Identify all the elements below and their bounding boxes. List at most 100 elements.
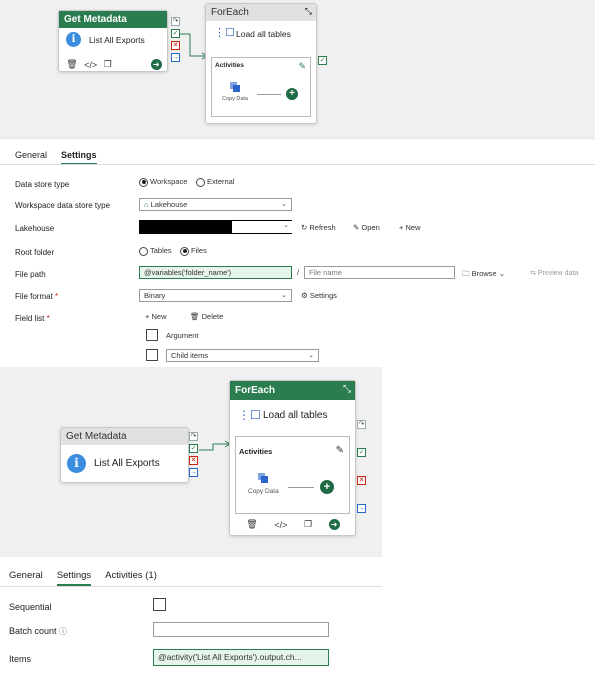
info-icon: i — [66, 32, 81, 47]
activity-name: Load all tables — [263, 410, 328, 421]
foreach-activity[interactable]: ForEach ⤡ ⋮☐ Load all tables Activities … — [205, 3, 317, 124]
code-icon[interactable]: </> — [84, 60, 97, 70]
field-list-delete-button[interactable]: 🗑 Delete — [190, 312, 223, 321]
new-button[interactable]: + New — [399, 223, 421, 232]
browse-button[interactable]: 🗀 Browse ⌄ — [462, 268, 505, 281]
expand-icon[interactable]: ⤡ — [343, 384, 351, 395]
activity-type-label: Get Metadata — [61, 428, 188, 445]
get-metadata-activity[interactable]: Get Metadata i List All Exports — [60, 427, 189, 483]
foreach-connectors: ↷ ✓ ✕ → — [357, 420, 366, 513]
activity-name: List All Exports — [89, 35, 145, 45]
data-store-type-label: Data store type — [15, 180, 70, 189]
tab-settings[interactable]: Settings — [56, 570, 92, 586]
file-format-label: File format * — [15, 292, 59, 301]
completion-connector-icon[interactable]: ↷ — [171, 17, 180, 26]
radio-tables[interactable]: Tables — [139, 246, 172, 256]
add-activity-icon[interactable]: + — [286, 88, 298, 100]
tab-activities[interactable]: Activities (1) — [105, 570, 157, 586]
chevron-down-icon: ⌄ — [232, 221, 292, 233]
plus-icon: + — [399, 223, 404, 232]
field-list-new-button[interactable]: + New — [145, 312, 167, 321]
lakehouse-label: Lakehouse — [15, 224, 55, 233]
foreach-activity[interactable]: ForEach ⤡ ⋮☐ Load all tables Activities … — [229, 380, 356, 536]
foreach-list-icon: ⋮☐ — [238, 408, 261, 422]
add-activity-icon[interactable]: + — [320, 480, 334, 494]
dependency-arrow — [199, 440, 231, 451]
run-arrow-icon[interactable]: ➜ — [150, 59, 162, 70]
delete-icon[interactable]: 🗑 — [246, 519, 257, 530]
code-icon[interactable]: </> — [274, 520, 287, 530]
field-list-item: Argument — [166, 331, 199, 340]
tab-general[interactable]: General — [9, 570, 43, 586]
file-path-label: File path — [15, 270, 46, 279]
file-format-select[interactable]: Binary ⌄ — [139, 289, 292, 302]
failure-connector-icon[interactable]: ✕ — [357, 476, 366, 485]
field-list-label: Field list * — [15, 314, 50, 323]
chevron-down-icon: ⌄ — [498, 269, 505, 278]
sequential-checkbox[interactable] — [153, 598, 166, 611]
items-input[interactable]: @activity('List All Exports').output.ch.… — [153, 649, 329, 666]
edit-pencil-icon[interactable]: ✎ — [336, 445, 344, 456]
expand-icon[interactable]: ⤡ — [305, 6, 312, 17]
failure-connector-icon[interactable]: ✕ — [189, 456, 198, 465]
batch-count-label: Batch count ⓘ — [9, 626, 68, 636]
info-icon: i — [67, 454, 86, 473]
arrow-line — [288, 487, 314, 488]
skip-connector-icon[interactable]: → — [357, 504, 366, 513]
completion-connector-icon[interactable]: ↷ — [357, 420, 366, 429]
inner-activities-box[interactable]: Activities ✎ Copy Data + — [211, 57, 311, 117]
batch-count-input[interactable] — [153, 622, 329, 637]
copy-icon[interactable]: ❐ — [104, 59, 112, 70]
run-arrow-icon[interactable]: ➜ — [328, 519, 340, 530]
success-connector-icon[interactable]: ✓ — [189, 444, 198, 453]
delete-icon: 🗑 — [190, 312, 200, 321]
refresh-button[interactable]: ↻ Refresh — [301, 223, 336, 232]
copy-data-icon — [258, 473, 269, 484]
copy-data-icon — [230, 82, 241, 93]
radio-files[interactable]: Files — [180, 246, 207, 256]
field-list-select[interactable]: Child items ⌄ — [166, 349, 319, 362]
edit-pencil-icon[interactable]: ✎ — [298, 61, 306, 72]
lakehouse-select[interactable]: ⌄ — [139, 220, 292, 234]
field-list-checkbox[interactable] — [146, 329, 158, 341]
failure-connector-icon[interactable]: ✕ — [171, 41, 180, 50]
success-connector-icon[interactable]: ✓ — [357, 448, 366, 457]
properties-tabs: General Settings — [15, 150, 97, 165]
tabs-divider — [0, 164, 595, 165]
tabs-divider — [0, 586, 382, 587]
radio-workspace[interactable]: Workspace — [139, 177, 187, 187]
file-name-input[interactable]: File name — [304, 266, 455, 279]
properties-tabs: General Settings Activities (1) — [9, 570, 157, 586]
preview-data-button[interactable]: ⇆ Preview data — [530, 269, 578, 277]
info-icon: ⓘ — [59, 627, 68, 636]
tab-settings[interactable]: Settings — [61, 150, 97, 165]
success-connector-icon[interactable]: ✓ — [171, 29, 180, 38]
radio-external[interactable]: External — [196, 177, 235, 187]
preview-icon: ⇆ — [530, 270, 536, 277]
inner-activities-box[interactable]: Activities ✎ Copy Data + — [235, 436, 350, 514]
radio-selected-icon — [180, 246, 189, 256]
skip-connector-icon[interactable]: → — [189, 468, 198, 477]
activity-name: Load all tables — [236, 29, 291, 39]
divider — [0, 138, 595, 139]
delete-icon[interactable]: 🗑 — [66, 59, 77, 70]
open-button[interactable]: ✎ Open — [353, 223, 380, 232]
copy-icon[interactable]: ❐ — [304, 519, 312, 530]
chevron-down-icon: ⌄ — [281, 292, 287, 299]
file-path-input[interactable]: @variables('folder_name') — [139, 266, 292, 279]
foreach-connectors: ✓ — [318, 56, 327, 65]
workspace-data-store-type-label: Workspace data store type — [15, 201, 111, 210]
lakehouse-icon: ⌂ — [144, 200, 149, 209]
tab-general[interactable]: General — [15, 150, 47, 165]
completion-connector-icon[interactable]: ↷ — [189, 432, 198, 441]
root-folder-label: Root folder — [15, 248, 55, 257]
activity-connectors: ↷ ✓ ✕ → — [189, 432, 198, 477]
field-list-checkbox[interactable] — [146, 349, 158, 361]
get-metadata-activity[interactable]: Get Metadata i List All Exports 🗑 </> ❐ … — [58, 10, 168, 72]
arrow-line — [257, 94, 281, 95]
radio-selected-icon — [139, 177, 148, 187]
workspace-data-store-type-select[interactable]: ⌂ Lakehouse ⌄ — [139, 198, 292, 211]
success-connector-icon[interactable]: ✓ — [318, 56, 327, 65]
format-settings-button[interactable]: ⚙ Settings — [301, 291, 337, 300]
skip-connector-icon[interactable]: → — [171, 53, 180, 62]
